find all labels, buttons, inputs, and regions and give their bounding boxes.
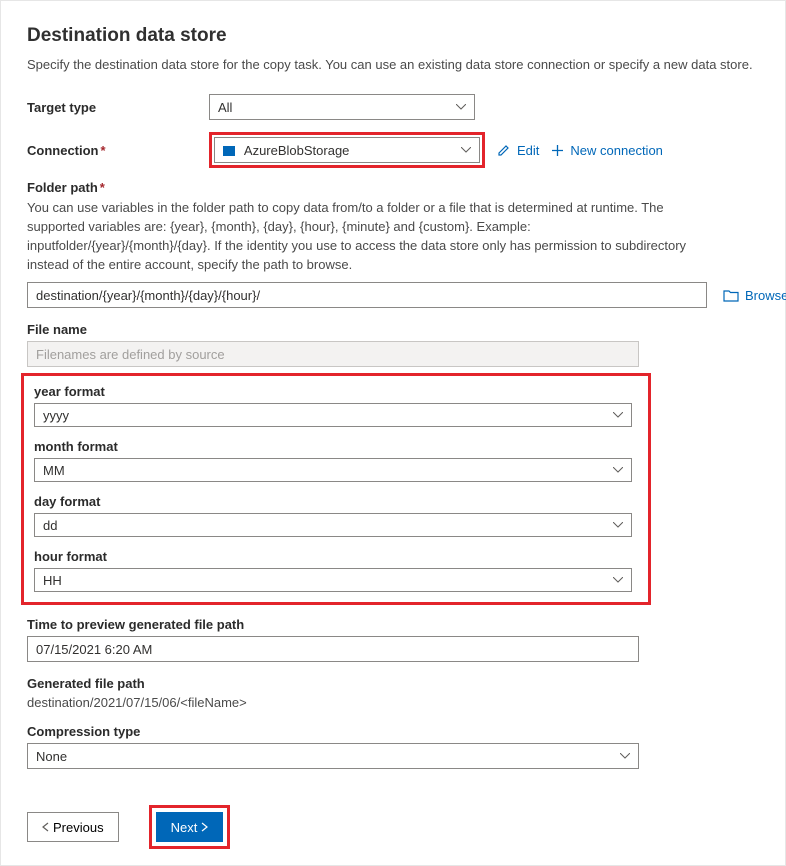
day-format-select[interactable]: dd: [34, 513, 632, 537]
chevron-down-icon: [613, 574, 623, 586]
page-title: Destination data store: [27, 25, 759, 47]
preview-time-label: Time to preview generated file path: [27, 617, 759, 632]
browse-button[interactable]: Browse: [723, 288, 786, 303]
generated-path-value: destination/2021/07/15/06/<fileName>: [27, 695, 759, 710]
year-format-label: year format: [34, 384, 638, 399]
year-format-select[interactable]: yyyy: [34, 403, 632, 427]
next-button[interactable]: Next: [156, 812, 224, 842]
pencil-icon: [497, 143, 511, 157]
connection-value: AzureBlobStorage: [244, 143, 350, 158]
folder-path-label: Folder path*: [27, 180, 759, 195]
hour-format-label: hour format: [34, 549, 638, 564]
new-connection-button[interactable]: New connection: [551, 143, 663, 158]
compression-label: Compression type: [27, 724, 759, 739]
target-type-value: All: [218, 100, 232, 115]
connection-highlight: AzureBlobStorage: [209, 132, 485, 168]
chevron-down-icon: [620, 750, 630, 762]
target-type-label: Target type: [27, 100, 197, 115]
chevron-down-icon: [456, 101, 466, 113]
folder-path-help: You can use variables in the folder path…: [27, 199, 707, 274]
month-format-select[interactable]: MM: [34, 458, 632, 482]
chevron-down-icon: [461, 144, 471, 156]
page-subtitle: Specify the destination data store for t…: [27, 57, 759, 72]
next-highlight: Next: [149, 805, 231, 849]
formats-highlight: year format yyyy month format MM day for…: [21, 373, 651, 605]
chevron-left-icon: [42, 822, 49, 832]
azure-storage-icon: [223, 146, 235, 156]
previous-button[interactable]: Previous: [27, 812, 119, 842]
preview-time-input[interactable]: 07/15/2021 6:20 AM: [27, 636, 639, 662]
compression-select[interactable]: None: [27, 743, 639, 769]
day-format-label: day format: [34, 494, 638, 509]
month-format-label: month format: [34, 439, 638, 454]
generated-path-label: Generated file path: [27, 676, 759, 691]
folder-path-input[interactable]: destination/{year}/{month}/{day}/{hour}/: [27, 282, 707, 308]
plus-icon: [551, 144, 564, 157]
chevron-right-icon: [201, 822, 208, 832]
file-name-label: File name: [27, 322, 759, 337]
folder-icon: [723, 289, 739, 302]
edit-connection-button[interactable]: Edit: [497, 143, 539, 158]
file-name-input: Filenames are defined by source: [27, 341, 639, 367]
chevron-down-icon: [613, 464, 623, 476]
connection-label: Connection*: [27, 143, 197, 158]
connection-select[interactable]: AzureBlobStorage: [214, 137, 480, 163]
chevron-down-icon: [613, 519, 623, 531]
hour-format-select[interactable]: HH: [34, 568, 632, 592]
chevron-down-icon: [613, 409, 623, 421]
target-type-select[interactable]: All: [209, 94, 475, 120]
